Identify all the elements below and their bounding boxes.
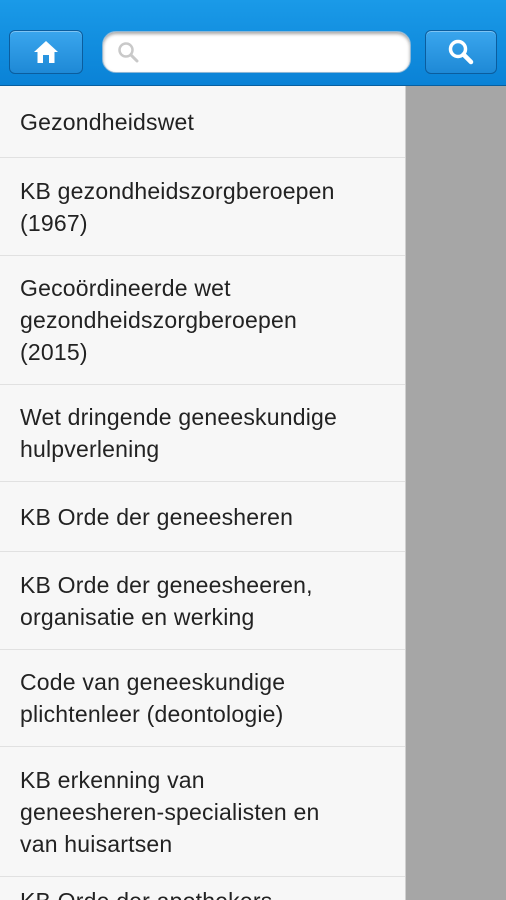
menu-item-label: Gecoördineerde wet gezondheidszorgberoep… <box>20 275 297 365</box>
menu-item-label: KB gezondheidszorgberoepen (1967) <box>20 177 335 236</box>
search-icon <box>117 41 139 63</box>
menu-item[interactable]: KB gezondheidszorgberoepen (1967) <box>0 158 405 256</box>
menu-item[interactable]: Gecoördineerde wet gezondheidszorgberoep… <box>0 256 405 385</box>
overlay-area[interactable] <box>406 86 506 900</box>
menu-item-label: KB Orde der geneesheren <box>20 503 294 530</box>
header-bar <box>0 0 506 86</box>
menu-item-label: KB erkenning van geneesheren-specialiste… <box>20 766 320 857</box>
menu-item-label: Wet dringende geneeskundige hulpverlenin… <box>20 404 337 462</box>
menu-item[interactable]: KB erkenning van geneesheren-specialiste… <box>0 747 405 877</box>
menu-item[interactable]: KB Orde der apothekers <box>0 877 405 900</box>
search-button[interactable] <box>425 30 497 74</box>
search-icon <box>446 37 476 67</box>
menu-item-label: KB Orde der apothekers <box>20 885 272 900</box>
menu-panel: Gezondheidswet KB gezondheidszorgberoepe… <box>0 86 406 900</box>
menu-item[interactable]: Gezondheidswet <box>0 86 405 158</box>
menu-item-label: Code van geneeskundige plichtenleer (deo… <box>20 669 286 727</box>
search-input[interactable] <box>145 36 400 68</box>
menu-item-label: KB Orde der geneesheeren, organisatie en… <box>20 571 313 630</box>
menu-item[interactable]: Wet dringende geneeskundige hulpverlenin… <box>0 385 405 482</box>
menu-item-label: Gezondheidswet <box>20 108 195 135</box>
menu-item[interactable]: KB Orde der geneesheeren, organisatie en… <box>0 552 405 650</box>
menu-item[interactable]: Code van geneeskundige plichtenleer (deo… <box>0 650 405 747</box>
home-icon <box>32 39 60 65</box>
search-field[interactable] <box>102 31 411 73</box>
menu-item[interactable]: KB Orde der geneesheren <box>0 482 405 552</box>
home-button[interactable] <box>9 30 83 74</box>
